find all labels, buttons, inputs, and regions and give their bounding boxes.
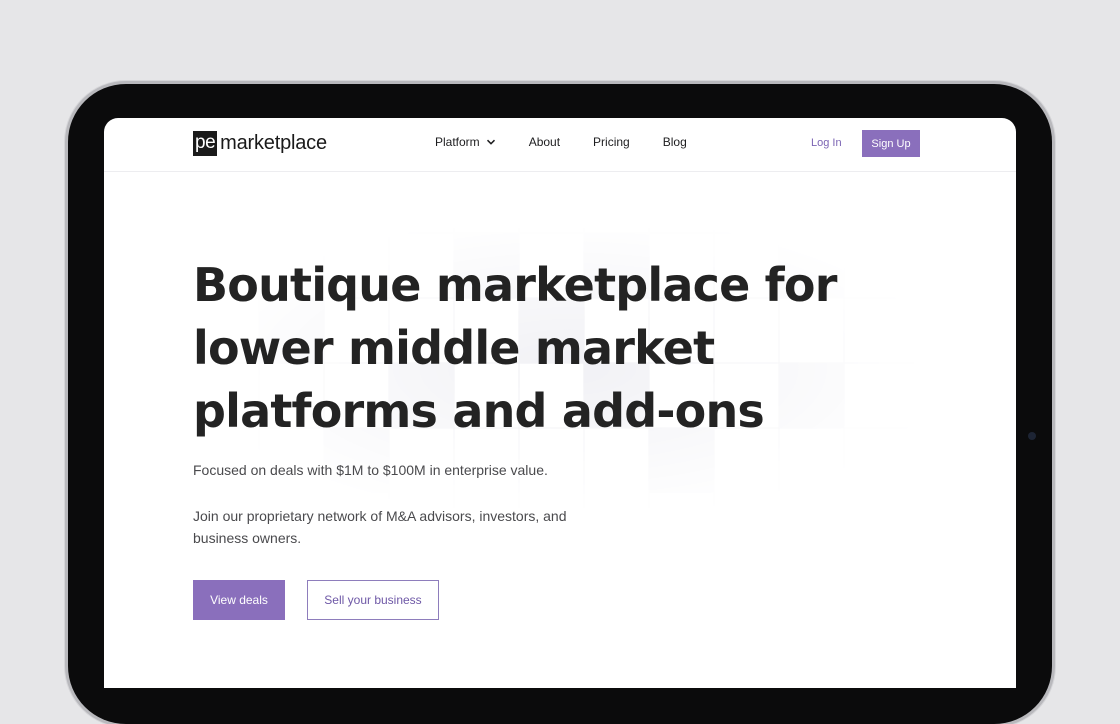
nav-item-label: Pricing xyxy=(593,135,630,149)
nav-item-label: Blog xyxy=(662,135,687,149)
logo-mark: pe xyxy=(193,131,218,156)
site-header: pe marketplace Platform About Pricing Bl… xyxy=(104,118,1016,172)
hero-body: Join our proprietary network of M&A advi… xyxy=(193,508,567,546)
view-deals-button[interactable]: View deals xyxy=(193,580,285,620)
nav-item-blog[interactable]: Blog xyxy=(663,135,687,149)
chevron-down-icon xyxy=(486,139,495,145)
hero-title-line: lower middle market xyxy=(193,321,715,375)
browser-screen: pe marketplace Platform About Pricing Bl… xyxy=(104,118,1016,688)
nav-item-label: About xyxy=(528,135,561,149)
login-link[interactable]: Log In xyxy=(811,137,842,149)
hero-title: Boutique marketplace for lower middle ma… xyxy=(193,254,893,443)
nav-item-about[interactable]: About xyxy=(529,135,560,149)
nav-item-pricing[interactable]: Pricing xyxy=(593,135,630,149)
nav-item-label: Platform xyxy=(435,135,480,149)
hero-title-line: platforms and add-ons xyxy=(193,384,765,438)
logo-text: marketplace xyxy=(220,132,327,154)
signup-button[interactable]: Sign Up xyxy=(862,130,920,157)
hero-subtitle: Focused on deals with $1M to $100M in en… xyxy=(193,462,548,478)
hero-title-line: Boutique marketplace for xyxy=(193,258,837,312)
sell-business-button[interactable]: Sell your business xyxy=(307,580,439,620)
logo[interactable]: pe marketplace xyxy=(193,131,327,156)
nav-item-platform[interactable]: Platform xyxy=(435,135,496,149)
main-nav: Platform About Pricing Blog xyxy=(435,135,687,149)
camera-dot xyxy=(1028,432,1036,440)
